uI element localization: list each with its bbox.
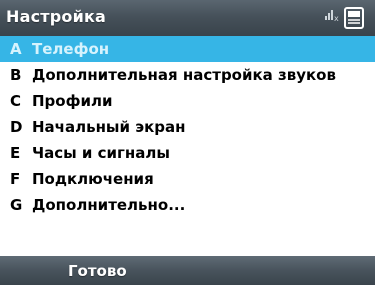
menu-item-advanced[interactable]: G Дополнительно... xyxy=(0,192,375,218)
menu-item-home-screen[interactable]: D Начальный экран xyxy=(0,114,375,140)
svg-text:x: x xyxy=(334,14,339,23)
menu-item-label: Подключения xyxy=(32,170,154,188)
done-softkey[interactable]: Готово xyxy=(68,262,127,280)
menu-item-key: D xyxy=(10,118,23,136)
menu-item-key: B xyxy=(10,66,22,84)
menu-item-phone[interactable]: A Телефон xyxy=(0,36,375,62)
menu-item-key: C xyxy=(10,92,22,110)
menu-item-label: Часы и сигналы xyxy=(32,144,170,162)
title-bar: Настройка x xyxy=(0,0,375,36)
menu-item-label: Профили xyxy=(32,92,113,110)
menu-item-key: E xyxy=(10,144,21,162)
page-title: Настройка xyxy=(6,7,107,26)
status-icons: x xyxy=(323,4,367,32)
settings-menu: A Телефон B Дополнительная настройка зву… xyxy=(0,36,375,218)
menu-item-label: Начальный экран xyxy=(32,118,186,136)
menu-item-label: Дополнительная настройка звуков xyxy=(32,66,336,84)
signal-icon: x xyxy=(325,10,339,23)
menu-item-label: Дополнительно... xyxy=(32,196,186,214)
menu-item-key: G xyxy=(10,196,23,214)
menu-item-connections[interactable]: F Подключения xyxy=(0,166,375,192)
menu-item-label: Телефон xyxy=(32,40,110,58)
menu-item-sound-settings[interactable]: B Дополнительная настройка звуков xyxy=(0,62,375,88)
menu-item-key: F xyxy=(10,170,21,188)
battery-inbox-icon xyxy=(344,7,364,29)
softkey-bar: Готово xyxy=(0,256,375,285)
menu-item-key: A xyxy=(10,40,22,58)
menu-item-clock-alarms[interactable]: E Часы и сигналы xyxy=(0,140,375,166)
menu-item-profiles[interactable]: C Профили xyxy=(0,88,375,114)
